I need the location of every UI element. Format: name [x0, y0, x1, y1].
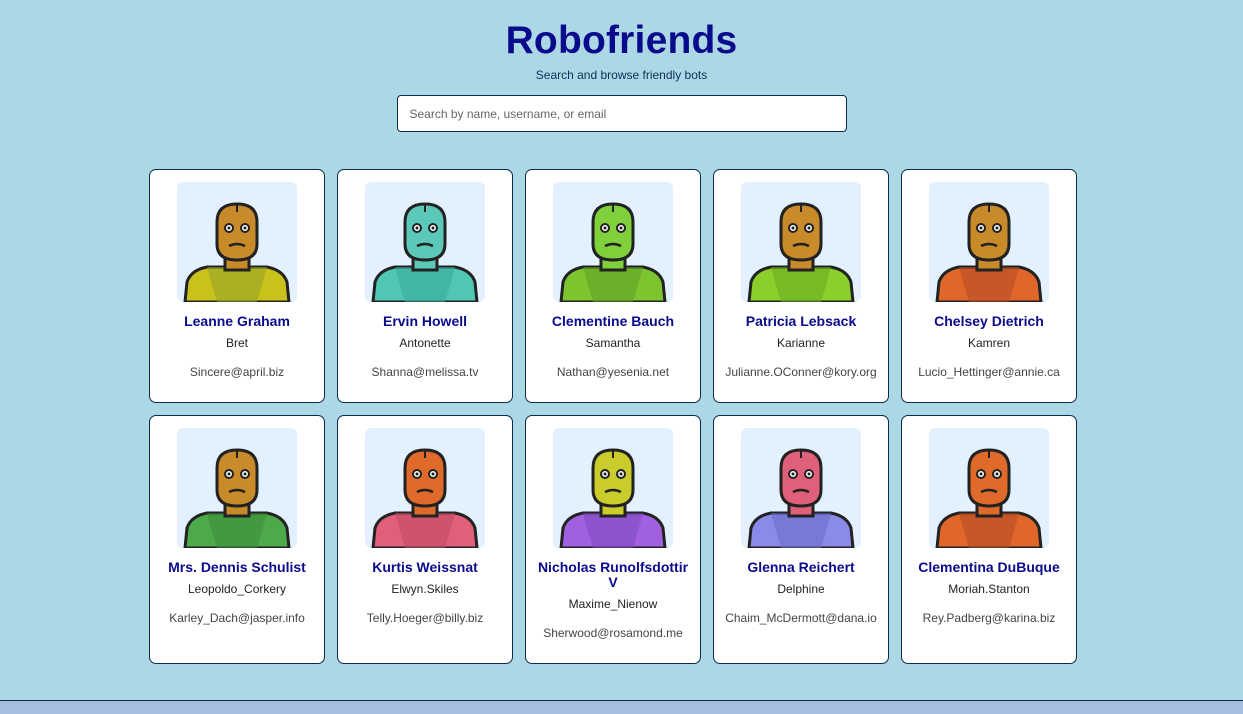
robot-name: Leanne Graham — [184, 313, 290, 329]
robot-card[interactable]: Glenna Reichert Delphine Chaim_McDermott… — [713, 415, 889, 664]
robot-username: Bret — [225, 336, 248, 350]
robot-username: Karianne — [776, 336, 826, 350]
robot-email: Shanna@melissa.tv — [371, 365, 479, 379]
robot-card[interactable]: Chelsey Dietrich Kamren Lucio_Hettinger@… — [901, 169, 1077, 403]
search-box — [396, 95, 847, 132]
robot-avatar — [929, 182, 1049, 302]
page-header: Robofriends Search and browse friendly b… — [0, 0, 1243, 132]
robot-username: Moriah.Stanton — [948, 582, 1030, 596]
robot-name: Nicholas Runolfsdottir V — [537, 559, 689, 590]
robot-avatar — [741, 182, 861, 302]
robot-name: Mrs. Dennis Schulist — [168, 559, 306, 575]
robot-name: Kurtis Weissnat — [372, 559, 478, 575]
robot-card[interactable]: Ervin Howell Antonette Shanna@melissa.tv — [337, 169, 513, 403]
robot-card[interactable]: Clementine Bauch Samantha Nathan@yesenia… — [525, 169, 701, 403]
robot-email: Telly.Hoeger@billy.biz — [366, 611, 484, 625]
robot-card[interactable]: Leanne Graham Bret Sincere@april.biz — [149, 169, 325, 403]
page-title: Robofriends — [505, 19, 738, 62]
robot-avatar — [177, 428, 297, 548]
page-subtitle: Search and browse friendly bots — [535, 68, 708, 82]
robot-card-grid: Leanne Graham Bret Sincere@april.biz Erv… — [149, 169, 1077, 664]
footer-bar — [0, 700, 1243, 714]
robot-card[interactable]: Kurtis Weissnat Elwyn.Skiles Telly.Hoege… — [337, 415, 513, 664]
robot-avatar — [553, 428, 673, 548]
robot-email: Lucio_Hettinger@annie.ca — [918, 365, 1060, 379]
robot-username: Maxime_Nienow — [568, 597, 658, 611]
robot-avatar — [177, 182, 297, 302]
robot-email: Sherwood@rosamond.me — [543, 626, 683, 640]
robot-email: Karley_Dach@jasper.info — [169, 611, 305, 625]
robot-avatar — [553, 182, 673, 302]
robot-avatar — [365, 428, 485, 548]
robot-card[interactable]: Patricia Lebsack Karianne Julianne.OConn… — [713, 169, 889, 403]
robot-email: Julianne.OConner@kory.org — [725, 365, 877, 379]
robot-username: Antonette — [399, 336, 451, 350]
robot-name: Chelsey Dietrich — [934, 313, 1044, 329]
robot-name: Clementine Bauch — [551, 313, 675, 329]
robot-card[interactable]: Clementina DuBuque Moriah.Stanton Rey.Pa… — [901, 415, 1077, 664]
robot-name: Clementina DuBuque — [918, 559, 1060, 575]
robot-card[interactable]: Mrs. Dennis Schulist Leopoldo_Corkery Ka… — [149, 415, 325, 664]
robot-avatar — [365, 182, 485, 302]
robot-name: Glenna Reichert — [747, 559, 855, 575]
robot-email: Chaim_McDermott@dana.io — [725, 611, 877, 625]
robot-name: Ervin Howell — [382, 313, 468, 329]
robot-card[interactable]: Nicholas Runolfsdottir V Maxime_Nienow S… — [525, 415, 701, 664]
robot-username: Kamren — [967, 336, 1011, 350]
robot-email: Rey.Padberg@karina.biz — [922, 611, 1056, 625]
robot-avatar — [741, 428, 861, 548]
robot-username: Elwyn.Skiles — [391, 582, 459, 596]
search-input[interactable] — [396, 95, 847, 132]
robot-email: Sincere@april.biz — [189, 365, 285, 379]
robot-username: Delphine — [777, 582, 825, 596]
robot-username: Leopoldo_Corkery — [187, 582, 287, 596]
robot-name: Patricia Lebsack — [745, 313, 857, 329]
robot-username: Samantha — [585, 336, 641, 350]
robot-email: Nathan@yesenia.net — [556, 365, 670, 379]
robot-avatar — [929, 428, 1049, 548]
